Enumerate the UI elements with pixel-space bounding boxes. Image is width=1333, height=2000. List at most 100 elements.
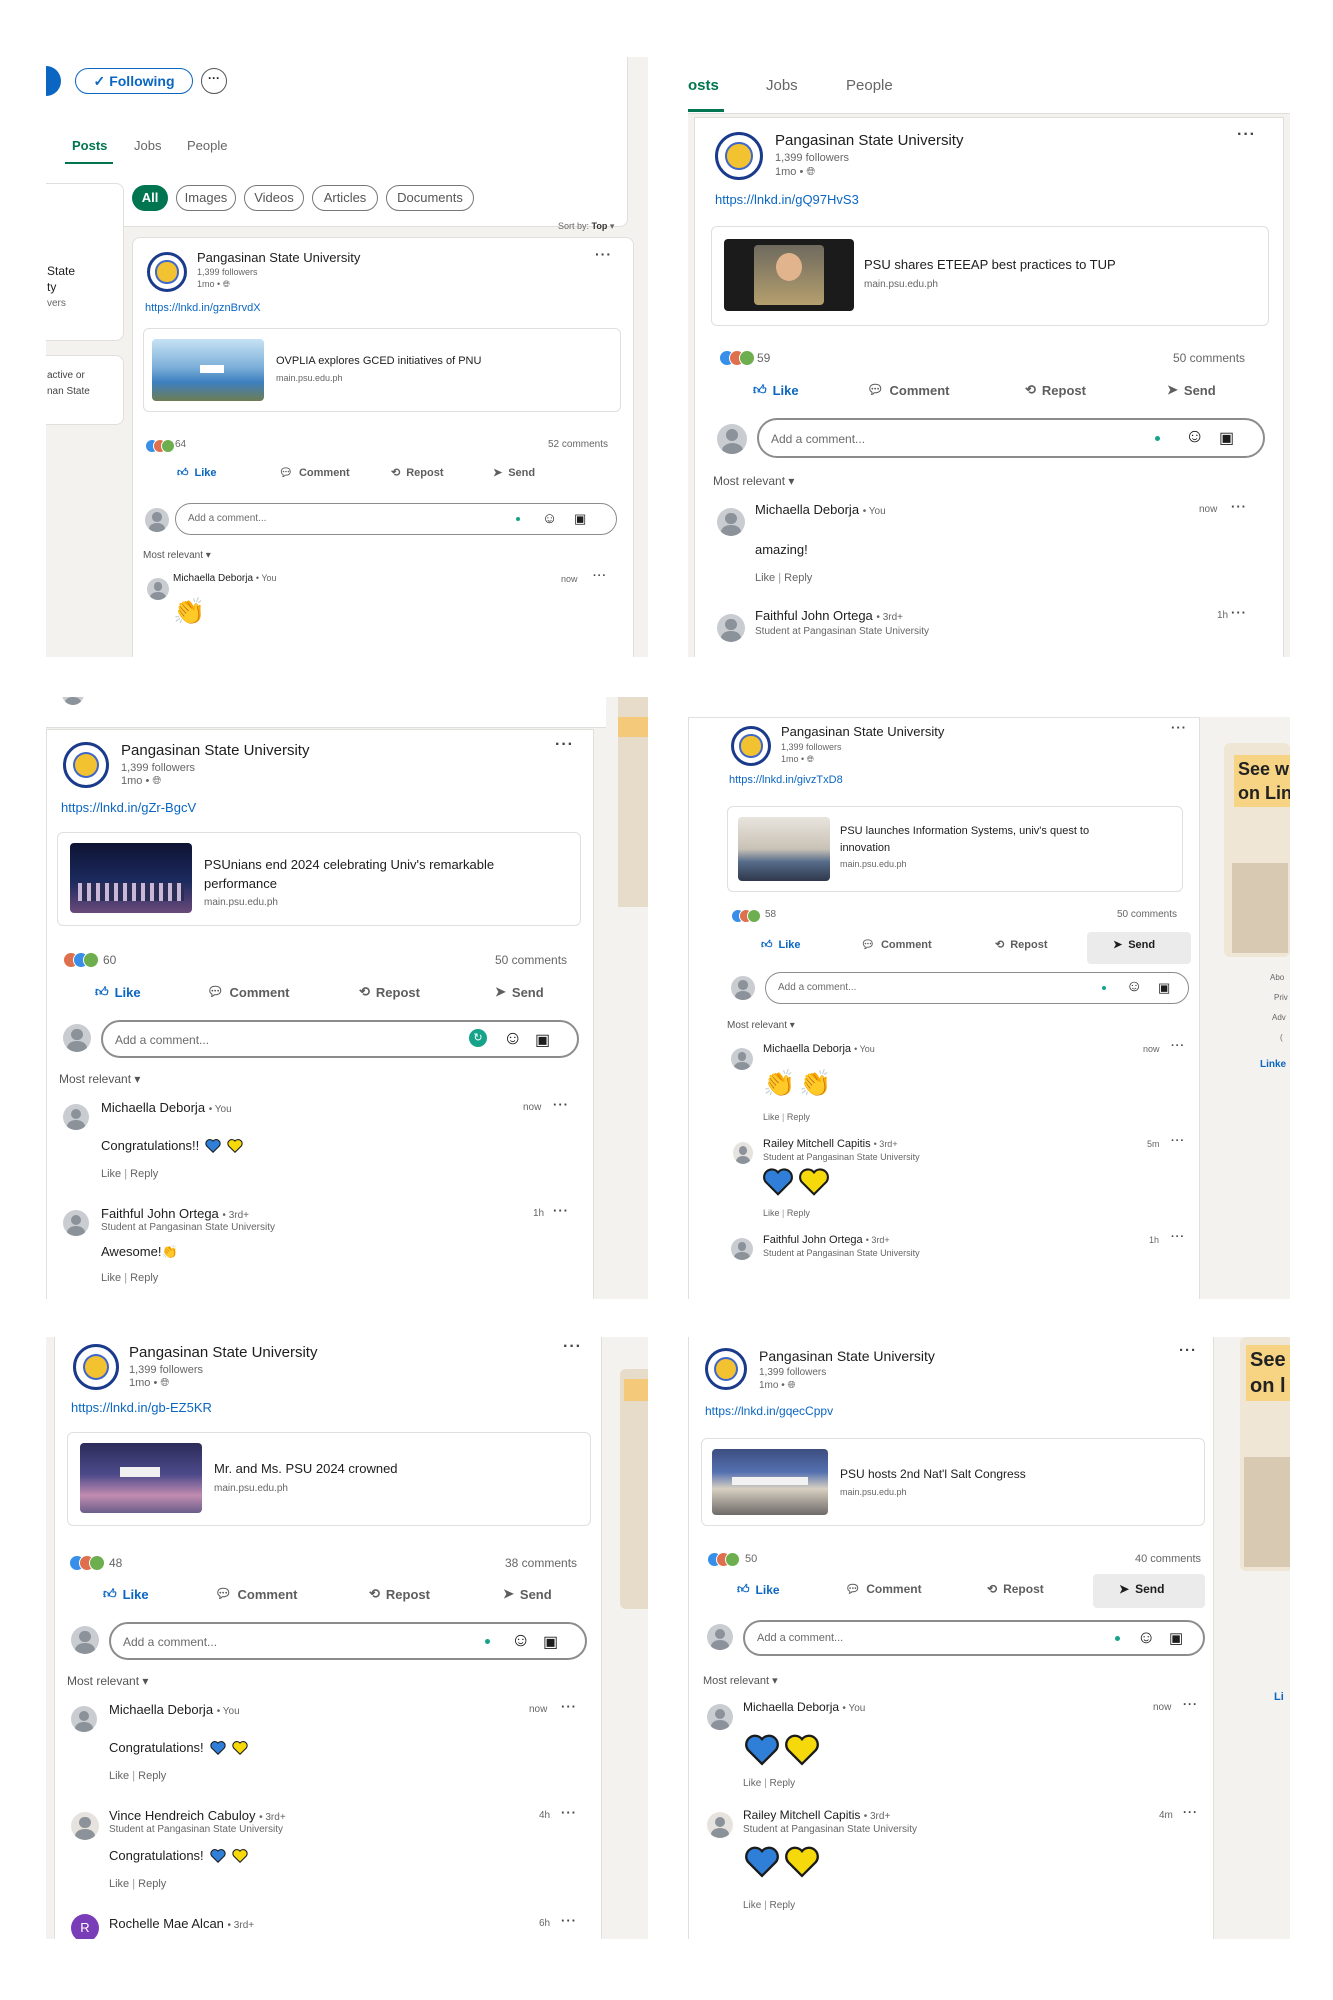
reactions-summary[interactable] [707,1552,749,1567]
article-preview[interactable]: PSU hosts 2nd Nat'l Salt Congress main.p… [701,1438,1205,1526]
comment-reply-link[interactable]: Reply [130,1272,158,1284]
commenter-name[interactable]: Rochelle Mae Alcan • 3rd+ [109,1916,254,1931]
comment-button[interactable]: 💬︎ Comment [279,466,350,480]
comment-like-link[interactable]: Like [743,1778,761,1789]
comment-reply-link[interactable]: Reply [130,1168,158,1180]
comment-reply-link[interactable]: Reply [770,1900,796,1911]
reaction-count[interactable]: 64 [175,439,186,450]
article-preview[interactable]: PSU shares ETEEAP best practices to TUP … [711,226,1269,326]
right-rail-ad[interactable]: See w on Lin [1224,743,1290,957]
comment-input[interactable]: Add a comment... ☺ ▣ [743,1620,1205,1656]
comment-like-link[interactable]: Like [763,1112,780,1122]
sort-comments[interactable]: Most relevant ▾ [67,1674,148,1688]
author-name[interactable]: Pangasinan State University [759,1348,935,1364]
author-name[interactable]: Pangasinan State University [129,1344,317,1361]
comment-reply-link[interactable]: Reply [770,1778,796,1789]
post-menu-button[interactable]: ··· [1171,720,1187,735]
comment-button[interactable]: 💬︎ Comment [207,984,289,1000]
commenter-name[interactable]: Railey Mitchell Capitis • 3rd+ [763,1138,898,1150]
comment-count[interactable]: 38 comments [505,1556,577,1570]
comment-menu-button[interactable]: ··· [1183,1805,1198,1819]
tab-jobs[interactable]: Jobs [766,77,798,94]
footer-link-advertising[interactable]: Adv [1272,1013,1286,1022]
photo-icon[interactable]: ▣ [535,1030,550,1050]
commenter-name[interactable]: Faithful John Ortega • 3rd+ [763,1234,890,1246]
author-name[interactable]: Pangasinan State University [781,724,944,739]
post-menu-button[interactable]: ··· [555,736,574,754]
comment-menu-button[interactable]: ··· [553,1097,569,1112]
filter-videos[interactable]: Videos [244,185,304,211]
tab-posts[interactable]: osts [688,77,719,94]
footer-link-privacy[interactable]: Priv [1274,993,1288,1002]
commenter-name[interactable]: Faithful John Ortega • 3rd+ [755,608,903,623]
commenter-name[interactable]: Michaella Deborja • You [755,502,886,517]
grammarly-icon[interactable]: ↻ [469,1029,487,1047]
commenter-name[interactable]: Faithful John Ortega • 3rd+ [101,1206,249,1221]
post-link[interactable]: https://lnkd.in/gZr-BgcV [61,800,196,815]
post-link[interactable]: https://lnkd.in/gqecCppv [705,1404,833,1418]
post-link[interactable]: https://lnkd.in/gQ97HvS3 [715,192,859,207]
send-button[interactable]: ➤ Send [1119,1582,1164,1596]
reaction-count[interactable]: 58 [765,909,776,920]
reactions-summary[interactable] [63,952,107,968]
send-button[interactable]: ➤ Send [503,1586,552,1602]
comment-input[interactable]: Add a comment... ☺ ▣ [175,503,617,535]
comment-count[interactable]: 52 comments [548,439,608,450]
comment-button[interactable]: 💬︎ Comment [867,382,949,398]
post-menu-button[interactable]: ··· [595,246,612,262]
repost-button[interactable]: ⟲ Repost [391,466,444,480]
comment-reply-link[interactable]: Reply [138,1878,166,1890]
comment-button[interactable]: 💬︎ Comment [845,1582,922,1596]
comment-reply-link[interactable]: Reply [787,1208,810,1218]
send-button[interactable]: ➤ Send [1113,938,1155,952]
comment-menu-button[interactable]: ··· [553,1203,569,1218]
filter-articles[interactable]: Articles [312,185,378,211]
footer-link-more[interactable]: ( [1280,1033,1283,1042]
emoji-icon[interactable]: ☺ [1126,978,1142,996]
commenter-name[interactable]: Railey Mitchell Capitis • 3rd+ [743,1808,890,1822]
post-link[interactable]: https://lnkd.in/gb-EZ5KR [71,1400,212,1415]
comment-menu-button[interactable]: ··· [1231,499,1247,514]
article-preview[interactable]: OVPLIA explores GCED initiatives of PNU … [143,328,621,412]
comment-reply-link[interactable]: Reply [138,1770,166,1782]
comment-menu-button[interactable]: ··· [593,570,607,582]
emoji-icon[interactable]: ☺ [511,1630,530,1652]
comment-like-link[interactable]: Like [101,1168,121,1180]
tab-people[interactable]: People [187,138,227,153]
comment-menu-button[interactable]: ··· [561,1805,577,1820]
repost-button[interactable]: ⟲ Repost [369,1586,430,1602]
comment-menu-button[interactable]: ··· [1171,1040,1185,1052]
comment-like-link[interactable]: Like [109,1878,129,1890]
post-link[interactable]: https://lnkd.in/givzTxD8 [729,774,843,786]
filter-all[interactable]: All [132,185,168,211]
comment-count[interactable]: 50 comments [1173,351,1245,365]
tab-jobs[interactable]: Jobs [134,138,161,153]
comment-input[interactable]: Add a comment... ☺ ▣ [765,972,1189,1004]
footer-link-about[interactable]: Abo [1270,973,1284,982]
photo-icon[interactable]: ▣ [1169,1629,1183,1647]
article-preview[interactable]: Mr. and Ms. PSU 2024 crowned main.psu.ed… [67,1432,591,1526]
reaction-count[interactable]: 59 [757,351,770,365]
comment-menu-button[interactable]: ··· [561,1699,577,1714]
like-button[interactable]: 👍︎ Like [753,382,799,398]
comment-input[interactable]: Add a comment... ↻ ☺ ▣ [101,1020,579,1058]
filter-images[interactable]: Images [176,185,236,211]
send-button[interactable]: ➤ Send [495,984,544,1000]
photo-icon[interactable]: ▣ [1158,980,1170,996]
right-rail-ad[interactable]: See on l [1240,1337,1290,1571]
more-options-button[interactable]: ··· [201,68,227,94]
emoji-icon[interactable]: ☺ [503,1028,522,1050]
comment-input[interactable]: Add a comment... ☺ ▣ [109,1622,587,1660]
sort-control[interactable]: Sort by: Top ▾ [558,221,614,232]
send-button[interactable]: ➤ Send [493,466,535,480]
comment-count[interactable]: 40 comments [1135,1553,1201,1565]
comment-like-link[interactable]: Like [101,1272,121,1284]
tab-posts[interactable]: Posts [72,138,107,153]
like-button[interactable]: 👍︎ Like [103,1586,149,1602]
author-name[interactable]: Pangasinan State University [775,132,963,149]
tab-people[interactable]: People [846,77,893,94]
comment-count[interactable]: 50 comments [495,953,567,967]
following-button[interactable]: ✓ Following [75,68,193,94]
article-preview[interactable]: PSUnians end 2024 celebrating Univ's rem… [57,832,581,926]
author-name[interactable]: Pangasinan State University [197,250,360,265]
